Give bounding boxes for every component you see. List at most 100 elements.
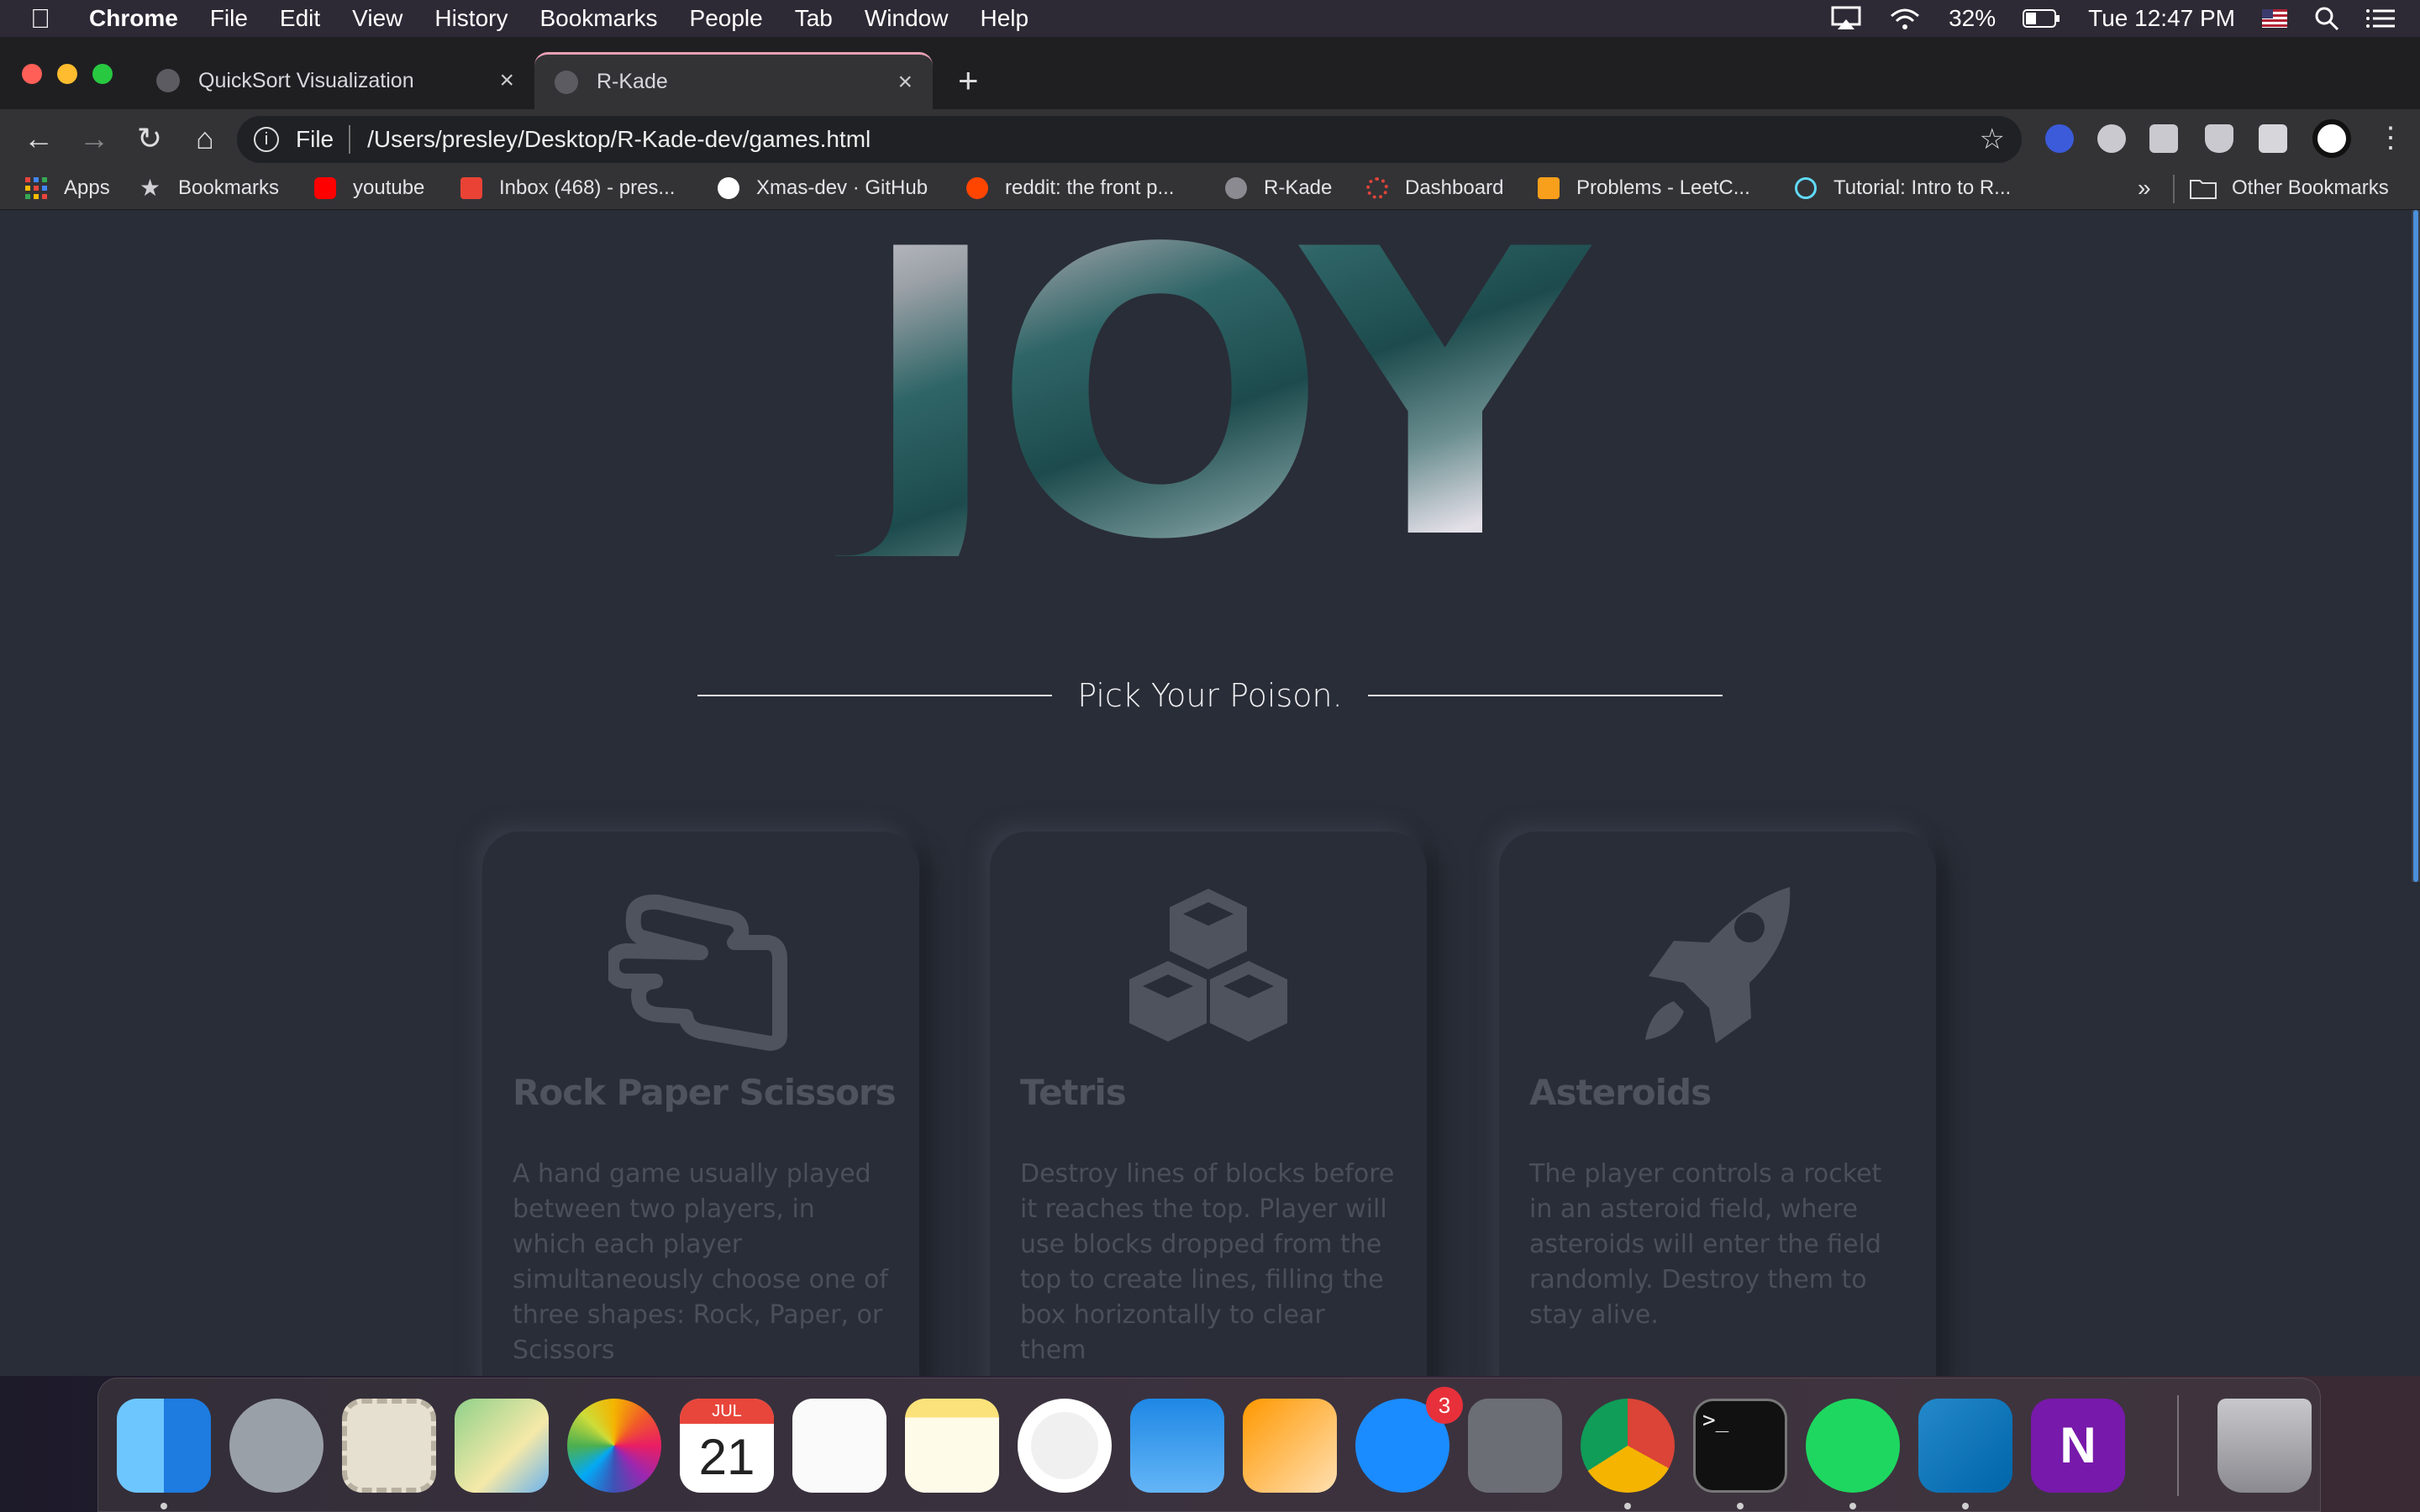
- macos-dock: JUL 21 3 >_ N: [97, 1378, 2321, 1512]
- folder-icon: [2190, 180, 2217, 199]
- menu-help[interactable]: Help: [980, 5, 1028, 32]
- running-indicator: [1737, 1503, 1744, 1509]
- address-bar[interactable]: i File /Users/presley/Desktop/R-Kade-dev…: [237, 116, 2022, 163]
- airplay-icon[interactable]: [1831, 6, 1861, 31]
- menu-app-name[interactable]: Chrome: [89, 5, 178, 32]
- calendar-month: JUL: [680, 1399, 774, 1424]
- bookmark-react-tutorial[interactable]: Tutorial: Intro to R...: [1795, 176, 2011, 200]
- tagline-text: Pick Your Poison.: [1077, 677, 1343, 714]
- system-preferences-icon[interactable]: [1468, 1399, 1562, 1493]
- tab-quicksort[interactable]: QuickSort Visualization ×: [136, 52, 534, 109]
- running-indicator: [1624, 1503, 1631, 1509]
- minimize-window-button[interactable]: [57, 64, 77, 84]
- bookmark-gmail[interactable]: Inbox (468) - pres...: [460, 176, 675, 200]
- url-scheme-label: File: [296, 126, 334, 152]
- notification-center-icon[interactable]: [2366, 7, 2395, 30]
- close-tab-icon[interactable]: ×: [499, 66, 514, 95]
- menubar-clock[interactable]: Tue 12:47 PM: [2088, 5, 2235, 32]
- bookmark-rkade[interactable]: R-Kade: [1225, 176, 1332, 200]
- keynote-icon[interactable]: [1130, 1399, 1224, 1493]
- calendar-icon[interactable]: JUL 21: [680, 1399, 774, 1493]
- game-title: Asteroids: [1529, 1072, 1712, 1113]
- bookmark-star-icon[interactable]: ☆: [1980, 123, 2005, 156]
- globe-icon: [555, 70, 578, 94]
- bookmark-dashboard[interactable]: Dashboard: [1366, 176, 1503, 200]
- game-description: Destroy lines of blocks before it reache…: [1020, 1159, 1395, 1365]
- bookmark-label: Inbox (468) - pres...: [499, 176, 676, 199]
- menu-file[interactable]: File: [210, 5, 248, 32]
- spotlight-search-icon[interactable]: [2314, 6, 2339, 31]
- forward-button[interactable]: →: [77, 121, 111, 156]
- notes-icon[interactable]: [905, 1399, 999, 1493]
- bookmark-youtube[interactable]: youtube: [314, 176, 424, 200]
- game-card-asteroids[interactable]: Asteroids The player controls a rocket i…: [1499, 832, 1936, 1376]
- finder-icon[interactable]: [117, 1399, 211, 1493]
- bookmarks-overflow-button[interactable]: »: [2138, 175, 2151, 202]
- wifi-icon[interactable]: [1888, 6, 1922, 31]
- extension-hand-icon[interactable]: [2149, 124, 2178, 153]
- zoom-window-button[interactable]: [92, 64, 113, 84]
- bookmark-apps[interactable]: Apps: [25, 176, 110, 200]
- home-button[interactable]: ⌂: [188, 121, 222, 156]
- bookmark-label: Apps: [64, 176, 110, 199]
- rocket-icon: [1645, 887, 1791, 1043]
- menu-tab[interactable]: Tab: [795, 5, 833, 32]
- bookmarks-bar: Apps ★ Bookmarks youtube Inbox (468) - p…: [0, 168, 2420, 210]
- menu-window[interactable]: Window: [865, 5, 949, 32]
- menu-bookmarks[interactable]: Bookmarks: [539, 5, 657, 32]
- bookmark-other-folder[interactable]: Other Bookmarks: [2190, 176, 2389, 200]
- page-content: JOY Pick Your Poison. Rock Paper Scissor…: [0, 210, 2420, 1376]
- pages-icon[interactable]: [1243, 1399, 1337, 1493]
- close-window-button[interactable]: [22, 64, 42, 84]
- reload-button[interactable]: ↻: [133, 121, 166, 156]
- spotify-icon[interactable]: [1806, 1399, 1900, 1493]
- trash-icon[interactable]: [2217, 1399, 2312, 1493]
- vscode-icon[interactable]: [1918, 1399, 2012, 1493]
- tab-rkade[interactable]: R-Kade ×: [534, 52, 933, 109]
- bookmark-reddit[interactable]: reddit: the front p...: [966, 176, 1174, 200]
- photos-icon[interactable]: [567, 1399, 661, 1493]
- extension-shield-icon[interactable]: [2205, 124, 2233, 153]
- battery-icon[interactable]: [2023, 8, 2061, 29]
- launchpad-icon[interactable]: [229, 1399, 324, 1493]
- extension-blocker-icon[interactable]: [2045, 124, 2074, 153]
- bookmark-github[interactable]: Xmas-dev · GitHub: [718, 176, 928, 200]
- chrome-icon[interactable]: [1581, 1399, 1675, 1493]
- onenote-icon[interactable]: N: [2031, 1399, 2125, 1493]
- profile-avatar[interactable]: [2312, 119, 2351, 158]
- news-icon[interactable]: [1018, 1399, 1112, 1493]
- apple-menu-icon[interactable]: : [30, 3, 77, 34]
- bookmark-bookmarks[interactable]: ★ Bookmarks: [139, 176, 279, 200]
- mail-stamp-icon[interactable]: [342, 1399, 436, 1493]
- app-store-badge: 3: [1426, 1387, 1463, 1424]
- extensions-puzzle-icon[interactable]: [2259, 124, 2287, 153]
- game-card-tetris[interactable]: Tetris Destroy lines of blocks before it…: [990, 832, 1427, 1376]
- close-tab-icon[interactable]: ×: [897, 68, 913, 97]
- game-card-rock-paper-scissors[interactable]: Rock Paper Scissors A hand game usually …: [482, 832, 919, 1376]
- github-icon: [718, 177, 739, 199]
- menu-history[interactable]: History: [434, 5, 508, 32]
- new-tab-button[interactable]: +: [958, 60, 979, 101]
- site-info-icon[interactable]: i: [254, 127, 279, 152]
- menu-edit[interactable]: Edit: [280, 5, 320, 32]
- page-scrollbar[interactable]: [2412, 210, 2420, 882]
- menu-people[interactable]: People: [690, 5, 763, 32]
- menu-view[interactable]: View: [352, 5, 402, 32]
- terminal-icon[interactable]: >_: [1693, 1399, 1787, 1493]
- chrome-window: QuickSort Visualization × R-Kade × + ← →…: [0, 37, 2420, 1376]
- maps-icon[interactable]: [455, 1399, 549, 1493]
- chrome-menu-icon[interactable]: ⋮: [2376, 121, 2405, 155]
- url-text[interactable]: /Users/presley/Desktop/R-Kade-dev/games.…: [367, 126, 871, 153]
- dock-divider: [2177, 1395, 2179, 1496]
- extension-wordpress-icon[interactable]: [2097, 124, 2126, 153]
- bookmark-label: R-Kade: [1264, 176, 1333, 199]
- battery-percent[interactable]: 32%: [1949, 5, 1996, 32]
- us-flag-icon[interactable]: [2262, 9, 2287, 28]
- back-button[interactable]: ←: [22, 121, 55, 156]
- gmail-icon: [460, 177, 482, 199]
- reminders-icon[interactable]: [792, 1399, 886, 1493]
- hero-joy-text: JOY: [702, 210, 1731, 594]
- bookmark-label: Xmas-dev · GitHub: [756, 176, 929, 199]
- bookmark-leetcode[interactable]: Problems - LeetC...: [1538, 176, 1750, 200]
- scrollbar-thumb[interactable]: [2413, 210, 2418, 882]
